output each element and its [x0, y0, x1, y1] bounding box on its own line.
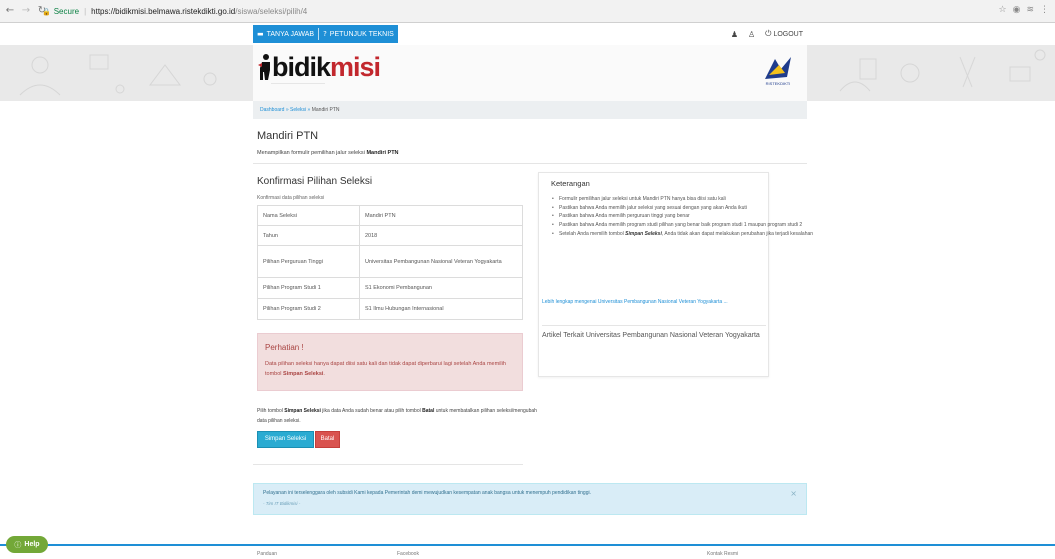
link-divider	[542, 325, 766, 326]
university-more-link[interactable]: Lebih lengkap mengenai Universitas Pemba…	[542, 298, 766, 307]
info-text: Pelayanan ini terselenggara oleh subsidi…	[263, 490, 591, 496]
back-arrow-icon[interactable]: ←	[4, 5, 16, 17]
row-label: Nama Seleksi	[257, 205, 360, 226]
address-bar[interactable]: 🔒 Secure | https://bidikmisi.belmawa.ris…	[42, 4, 1042, 19]
user-actions: ♟ ♙ ⏻ LOGOUT	[731, 23, 803, 45]
row-value: Mandiri PTN	[359, 205, 523, 226]
lock-icon: 🔒	[42, 7, 51, 16]
tanya-jawab-link[interactable]: TANYA JAWAB	[267, 31, 314, 38]
form-divider	[253, 464, 523, 465]
list-item: Pastikan bahwa Anda memilih perguruan ti…	[551, 212, 821, 221]
confirm-title: Konfirmasi Pilihan Seleksi	[257, 176, 373, 187]
row-label: Pilihan Perguruan Tinggi	[257, 245, 360, 278]
table-row: Tahun 2018	[257, 225, 523, 246]
list-item: Formulir pemilihan jalur seleksi untuk M…	[551, 195, 821, 204]
info-signature: - Tim IT Bidikmisi -	[263, 501, 301, 506]
question-circle-icon: ⓘ	[14, 540, 22, 549]
row-value: S1 Ilmu Hubungan Internasional	[359, 298, 523, 320]
footer-divider	[0, 544, 1055, 546]
breadcrumb: Dashboard » Seleksi » Mandiri PTN	[253, 101, 807, 119]
table-row: Pilihan Perguruan Tinggi Universitas Pem…	[257, 245, 523, 278]
breadcrumb-current: Mandiri PTN	[311, 107, 340, 113]
keterangan-list: Formulir pemilihan jalur seleksi untuk M…	[551, 195, 821, 239]
footer-kontak[interactable]: Kontak Resmi	[707, 551, 738, 557]
row-label: Pilihan Program Studi 2	[257, 298, 360, 320]
breadcrumb-seleksi[interactable]: Seleksi	[290, 107, 306, 113]
keterangan-title: Keterangan	[551, 179, 590, 188]
main-content: Dashboard » Seleksi » Mandiri PTN Mandir…	[253, 101, 813, 515]
row-value: S1 Ekonomi Pembangunan	[359, 277, 523, 299]
site-header: bidikmisi —————————————————— RISTEKDIKTI	[0, 45, 1055, 101]
list-item: Pastikan bahwa Anda memilih jalur seleks…	[551, 204, 821, 213]
row-value: 2018	[359, 225, 523, 246]
row-value: Universitas Pembangunan Nasional Veteran…	[359, 245, 523, 278]
bidikmisi-logo[interactable]: bidikmisi	[258, 53, 381, 81]
cancel-button[interactable]: Batal	[315, 431, 340, 448]
graduate-figure-icon	[258, 54, 270, 80]
url-path: /siswa/seleksi/pilih/4	[235, 7, 308, 16]
list-item: Setelah Anda memilih tombol Simpan Selek…	[551, 230, 821, 239]
help-button[interactable]: ⓘ Help	[6, 536, 48, 553]
browser-actions: ☆ ◉ ≋ ⋮	[999, 5, 1049, 15]
footer-panduan[interactable]: Panduan	[257, 551, 277, 557]
row-label: Tahun	[257, 225, 360, 246]
bell-icon[interactable]: ♟	[731, 30, 738, 39]
power-icon: ⏻	[765, 29, 772, 38]
star-icon[interactable]: ☆	[999, 5, 1007, 15]
close-icon[interactable]: ×	[790, 489, 797, 498]
footer: Panduan Facebook Kontak Resmi	[253, 549, 807, 559]
logo-tagline: ——————————————————	[271, 81, 325, 85]
svg-text:RISTEKDIKTI: RISTEKDIKTI	[766, 81, 791, 86]
question-circle-icon: ?	[323, 30, 327, 38]
table-row: Nama Seleksi Mandiri PTN	[257, 205, 523, 226]
related-article-link[interactable]: Artikel Terkait Universitas Pembangunan …	[542, 330, 766, 341]
row-label: Pilihan Program Studi 1	[257, 277, 360, 299]
instruction-note: Pilih tombol Simpan Seleksi jika data An…	[257, 408, 537, 424]
secure-label: Secure	[53, 7, 80, 16]
alert-text: Data pilihan seleksi hanya dapat diisi s…	[265, 361, 506, 377]
extension-icon-2[interactable]: ≋	[1026, 5, 1034, 15]
footer-facebook[interactable]: Facebook	[397, 551, 419, 557]
table-row: Pilihan Program Studi 1 S1 Ekonomi Pemba…	[257, 277, 523, 299]
list-item: Pastikan bahwa Anda memilih program stud…	[551, 221, 821, 230]
confirmation-table: Nama Seleksi Mandiri PTN Tahun 2018 Pili…	[257, 205, 523, 320]
table-row: Pilihan Program Studi 2 S1 Ilmu Hubungan…	[257, 298, 523, 320]
extension-icon[interactable]: ◉	[1013, 5, 1021, 15]
alert-title: Perhatian !	[265, 343, 304, 352]
header-content: bidikmisi —————————————————— RISTEKDIKTI	[253, 45, 807, 101]
comment-icon: ▬	[257, 30, 264, 38]
site-topbar: ▬ TANYA JAWAB ? PETUNJUK TEKNIS ♟ ♙ ⏻ LO…	[0, 23, 1055, 45]
logout-button[interactable]: ⏻ LOGOUT	[765, 29, 803, 39]
url-separator: |	[84, 7, 87, 16]
help-links: ▬ TANYA JAWAB ? PETUNJUK TEKNIS	[253, 25, 398, 43]
user-icon[interactable]: ♙	[748, 30, 755, 39]
page-title: Mandiri PTN	[257, 130, 319, 142]
menu-icon[interactable]: ⋮	[1040, 5, 1049, 15]
page-subtitle: Menampilkan formulir pemilihan jalur sel…	[257, 150, 399, 156]
save-selection-button[interactable]: Simpan Seleksi	[257, 431, 314, 448]
ristekdikti-logo[interactable]: RISTEKDIKTI	[761, 53, 795, 87]
title-divider	[253, 163, 807, 164]
forward-arrow-icon[interactable]: →	[20, 5, 32, 17]
info-alert: Pelayanan ini terselenggara oleh subsidi…	[253, 483, 807, 515]
warning-alert: Perhatian ! Data pilihan seleksi hanya d…	[257, 333, 523, 391]
confirm-subtitle: Konfirmasi data pilihan seleksi	[257, 195, 325, 201]
petunjuk-teknis-link[interactable]: PETUNJUK TEKNIS	[330, 31, 394, 38]
url-host: https://bidikmisi.belmawa.ristekdikti.go…	[91, 7, 236, 16]
university-links: Lebih lengkap mengenai Universitas Pemba…	[538, 294, 769, 377]
browser-toolbar: ← → ↻ 🔒 Secure | https://bidikmisi.belma…	[0, 0, 1055, 23]
breadcrumb-dashboard[interactable]: Dashboard	[260, 107, 284, 113]
